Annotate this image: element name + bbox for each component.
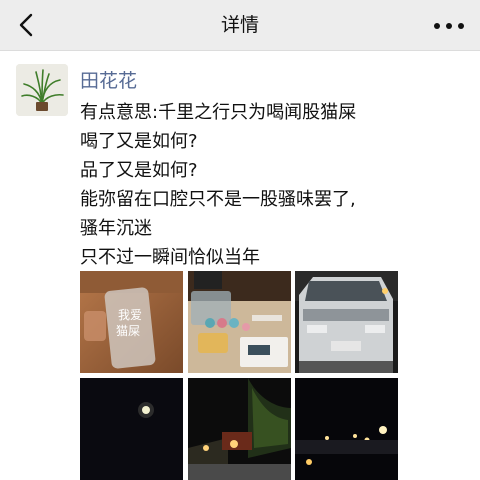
post-text-line: 有点意思:千里之行只为喝闻股猫屎 [80, 102, 357, 123]
photo-thumbnail-5[interactable] [188, 378, 291, 480]
nav-bar: 详情 [0, 0, 480, 51]
photo-thumbnail-3[interactable] [295, 271, 398, 373]
back-button[interactable] [14, 12, 40, 38]
post-text-line: 骚年沉迷 [80, 218, 152, 239]
post-text: 有点意思:千里之行只为喝闻股猫屎 喝了又是如何? 品了又是如何? 能弥留在口腔只… [80, 98, 470, 272]
post-text-line: 能弥留在口腔只不是一股骚味罢了, [80, 189, 356, 210]
avatar[interactable] [16, 64, 68, 116]
author-name[interactable]: 田花花 [80, 66, 137, 93]
photo-sign-text-1: 我爱 [118, 308, 142, 322]
page-title: 详情 [220, 14, 259, 36]
more-button[interactable] [432, 18, 466, 32]
post-text-line: 品了又是如何? [80, 160, 198, 181]
plant-avatar-image [16, 64, 68, 116]
photo-sign-text-2: 猫屎 [116, 324, 140, 338]
chevron-left-icon [19, 13, 33, 37]
photo-thumbnail-1[interactable]: 我爱 猫屎 [80, 271, 183, 373]
photo-thumbnail-6[interactable] [295, 378, 398, 480]
post-text-line: 喝了又是如何? [80, 131, 198, 152]
photo-thumbnail-2[interactable] [188, 271, 291, 373]
post-text-line: 只不过一瞬间恰似当年 [80, 247, 260, 268]
photo-thumbnail-4[interactable] [80, 378, 183, 480]
more-dots-icon [434, 23, 464, 29]
